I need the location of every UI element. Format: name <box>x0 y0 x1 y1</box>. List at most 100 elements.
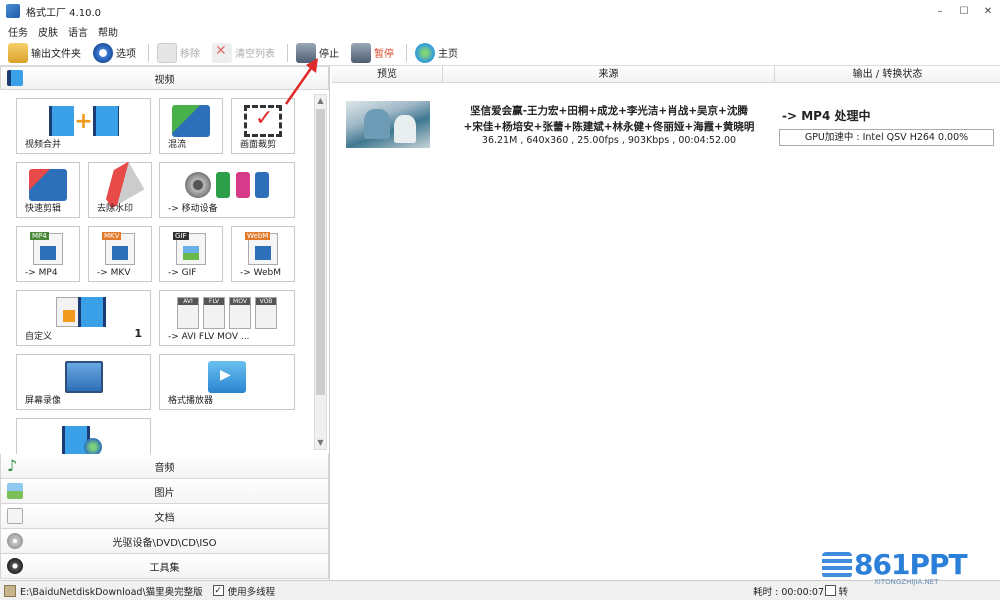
menu-help[interactable]: 帮助 <box>98 24 118 39</box>
tile-to-mkv[interactable]: MKV -> MKV <box>88 226 152 282</box>
category-optical-drive[interactable]: 光驱设备\DVD\CD\ISO <box>0 529 329 554</box>
tile-mobile-device[interactable]: -> 移动设备 <box>159 162 295 218</box>
tile-label: -> MKV <box>97 268 131 278</box>
tile-quick-cut[interactable]: 快速剪辑 <box>16 162 80 218</box>
home-label: 主页 <box>438 49 458 60</box>
progress-bar: GPU加速中 : Intel QSV H264 0.00% <box>779 129 994 146</box>
tile-mix[interactable]: 混流 <box>159 98 223 154</box>
remove-icon <box>157 42 177 63</box>
remove-label: 移除 <box>180 49 200 60</box>
custom-count: 1 <box>134 327 142 340</box>
tools-scrollbar[interactable]: ▲ ▼ <box>314 94 327 450</box>
gif-badge: GIF <box>173 232 189 240</box>
globe-video-icon <box>61 425 106 454</box>
menu-task[interactable]: 任务 <box>8 24 28 39</box>
player-icon <box>208 361 246 393</box>
category-audio-label: 音频 <box>154 462 175 474</box>
output-folder-button[interactable]: 输出文件夹 <box>6 42 83 64</box>
toolbar-separator <box>148 43 149 62</box>
scroll-thumb[interactable] <box>316 109 325 395</box>
category-tools[interactable]: 工具集 <box>0 554 329 579</box>
tile-video-merge[interactable]: + 视频合并 <box>16 98 151 154</box>
output-path[interactable]: E:\BaiduNetdiskDownload\猫里奥完整版 <box>20 584 203 598</box>
maximize-button[interactable]: ☐ <box>952 0 976 22</box>
watermark-logo: 861PPT <box>854 548 968 581</box>
tile-format-player[interactable]: 格式播放器 <box>159 354 295 410</box>
tile-screen-record[interactable]: 屏幕录像 <box>16 354 151 410</box>
clear-icon <box>212 42 232 63</box>
multithread-checkbox[interactable]: ✓ <box>212 585 224 596</box>
home-button[interactable]: 主页 <box>413 42 460 64</box>
video-merge-icon: + <box>48 105 119 137</box>
menu-bar: 任务 皮肤 语言 帮助 <box>0 22 1000 40</box>
picture-icon <box>7 483 23 499</box>
folder-icon <box>8 42 28 63</box>
watermark: 861PPT XITONGZHIJIA.NET <box>822 548 992 596</box>
category-audio[interactable]: ♪ 音频 <box>0 454 329 479</box>
toolbar-separator <box>406 43 407 62</box>
category-optical-drive-label: 光驱设备\DVD\CD\ISO <box>112 537 217 549</box>
tools-icon <box>7 558 23 574</box>
task-list: 预览 来源 输出 / 转换状态 坚信爱会赢-王力宏+田桐+成龙+李光洁+肖战+吴… <box>332 66 1000 580</box>
tile-label: 屏幕录像 <box>25 396 62 406</box>
tile-label: -> 移动设备 <box>168 204 218 214</box>
mix-icon <box>172 105 210 137</box>
mov-badge: MOV <box>230 298 250 305</box>
scroll-down-icon[interactable]: ▼ <box>315 437 326 449</box>
tile-online-video[interactable] <box>16 418 151 454</box>
tile-to-gif[interactable]: GIF -> GIF <box>159 226 223 282</box>
menu-language[interactable]: 语言 <box>68 24 88 39</box>
tile-to-mp4[interactable]: MP4 -> MP4 <box>16 226 80 282</box>
options-button[interactable]: 选项 <box>91 42 138 64</box>
disc-icon <box>7 533 23 549</box>
category-video-label: 视频 <box>154 74 175 86</box>
mkv-badge: MKV <box>102 232 122 240</box>
video-category-icon <box>7 70 23 86</box>
tile-label: 画面裁剪 <box>240 140 277 150</box>
remove-button[interactable]: 移除 <box>155 42 202 64</box>
scissors-icon <box>29 169 67 201</box>
category-tools-label: 工具集 <box>149 562 180 574</box>
category-image-label: 图片 <box>154 487 175 499</box>
crop-icon <box>244 105 282 137</box>
screen-record-icon <box>64 361 103 393</box>
tile-remove-watermark[interactable]: 去除水印 <box>88 161 152 218</box>
tile-to-avi-flv-mov[interactable]: AVI FLV MOV VOB -> AVI FLV MOV ... <box>159 290 295 346</box>
tile-custom[interactable]: 自定义 1 <box>16 290 151 346</box>
category-video[interactable]: 视频 <box>0 66 329 90</box>
custom-icon <box>55 297 112 329</box>
output-folder-label: 输出文件夹 <box>31 49 81 60</box>
tile-label: -> MP4 <box>25 268 58 278</box>
table-row[interactable]: 坚信爱会赢-王力宏+田桐+成龙+李光洁+肖战+吴京+沈腾 +宋佳+杨培安+张蕾+… <box>332 83 1000 148</box>
title-bar: 格式工厂 4.10.0 – ☐ ✕ <box>0 0 1000 22</box>
pause-button[interactable]: 暂停 <box>349 42 396 64</box>
avi-badge: AVI <box>178 298 198 305</box>
tile-label: 视频合并 <box>25 140 62 150</box>
category-image[interactable]: 图片 <box>0 479 329 504</box>
column-output[interactable]: 输出 / 转换状态 <box>775 66 1000 82</box>
tile-label: 格式播放器 <box>168 396 214 406</box>
music-note-icon: ♪ <box>7 456 18 475</box>
column-source[interactable]: 来源 <box>443 66 775 82</box>
mp4-badge: MP4 <box>30 232 49 240</box>
app-icon <box>6 4 20 18</box>
window-controls: – ☐ ✕ <box>928 0 1000 22</box>
watermark-emblem-icon <box>822 552 852 578</box>
tile-to-webm[interactable]: WebM -> WebM <box>231 226 295 282</box>
minimize-button[interactable]: – <box>928 0 952 22</box>
column-preview[interactable]: 预览 <box>332 66 443 82</box>
menu-skin[interactable]: 皮肤 <box>38 24 58 39</box>
folder-path-icon[interactable] <box>4 584 16 597</box>
clear-list-button[interactable]: 清空列表 <box>210 42 277 64</box>
category-document[interactable]: 文档 <box>0 504 329 529</box>
close-button[interactable]: ✕ <box>976 0 1000 22</box>
source-meta: 36.21M , 640x360 , 25.00fps , 903Kbps , … <box>481 135 737 146</box>
multithread-label: 使用多线程 <box>227 586 276 598</box>
pause-icon <box>351 42 371 63</box>
watermark-sub: XITONGZHIJIA.NET <box>874 578 939 586</box>
pause-label: 暂停 <box>374 49 394 60</box>
options-icon <box>93 42 113 63</box>
elapsed-time: 耗时 : 00:00:07 <box>753 586 824 598</box>
avi-flv-mov-icon: AVI FLV MOV VOB <box>177 297 277 329</box>
function-panel: 视频 + 视频合并 混流 画面裁剪 快速剪辑 去除水印 <box>0 66 330 580</box>
